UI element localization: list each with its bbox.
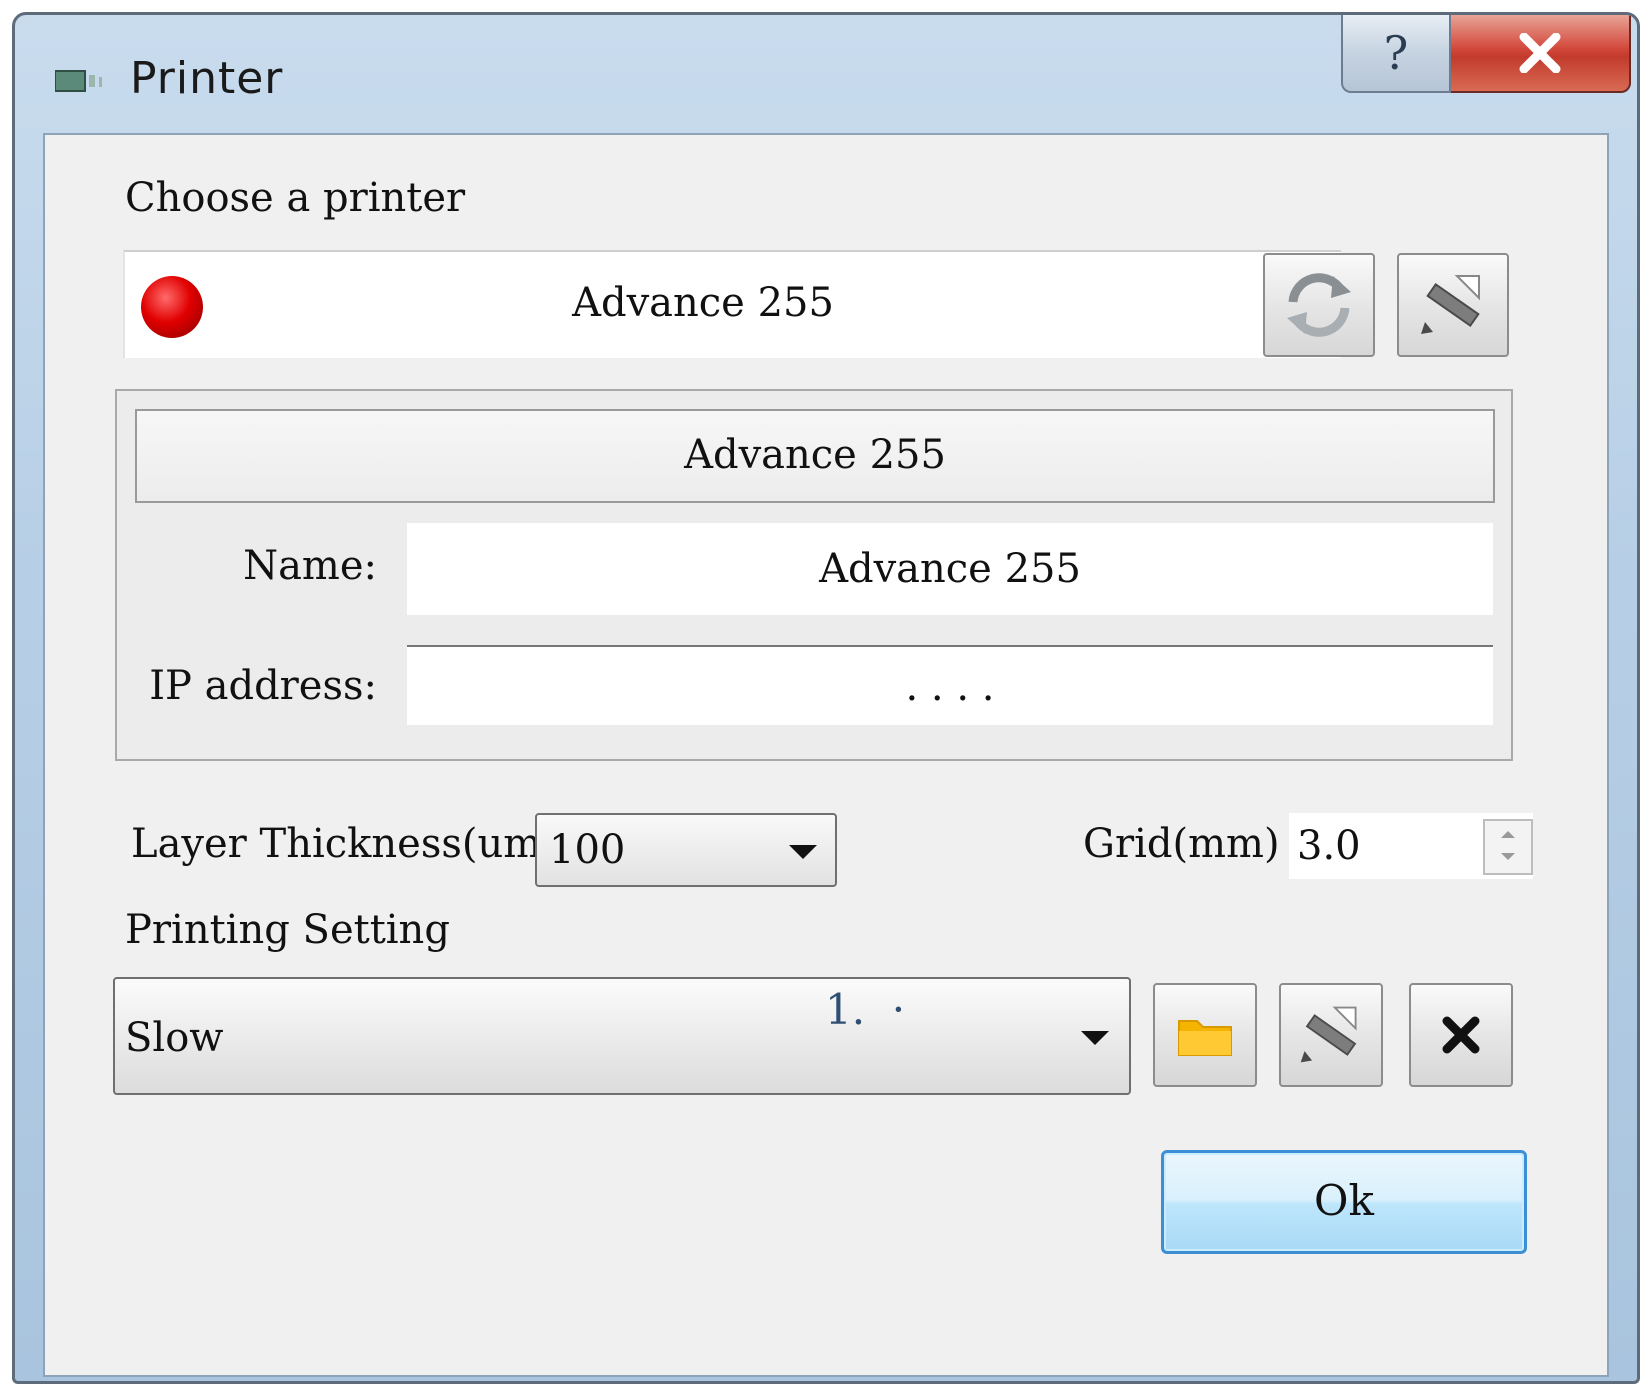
close-icon [1519,33,1561,73]
spin-down-icon[interactable] [1501,853,1515,860]
edit-printer-button[interactable] [1397,253,1509,357]
dialog-body: Choose a printer Advance 255 Advance 255 [43,133,1609,1377]
title-bar[interactable]: Printer ? [15,15,1637,133]
folder-icon [1178,1020,1232,1056]
help-button[interactable]: ? [1341,15,1451,93]
grid-value: 3.0 [1297,823,1361,869]
grid-spinbox[interactable]: 3.0 [1289,813,1533,879]
window-title: Printer [130,53,284,104]
printer-info-header: Advance 255 [135,409,1495,503]
close-button[interactable] [1451,15,1631,93]
ip-address-label: IP address: [149,663,377,709]
chevron-down-icon [789,845,817,859]
edit-setting-button[interactable] [1279,983,1383,1087]
edit-icon [1300,1006,1357,1063]
layer-thickness-label: Layer Thickness(um) [131,821,557,867]
layer-thickness-value: 100 [549,827,626,873]
spin-up-icon[interactable] [1501,831,1515,838]
name-field[interactable]: Advance 255 [407,523,1493,615]
ok-button[interactable]: Ok [1161,1150,1527,1254]
printer-info-panel: Advance 255 Name: Advance 255 IP address… [115,389,1513,761]
printer-dropdown-value: Advance 255 [572,280,834,326]
open-setting-button[interactable] [1153,983,1257,1087]
printer-app-icon [55,70,102,92]
chevron-down-icon [1081,1031,1109,1045]
grid-label: Grid(mm) [1083,821,1280,867]
delete-setting-button[interactable] [1409,983,1513,1087]
caption-buttons: ? [1341,15,1631,93]
help-icon: ? [1383,26,1409,80]
grid-spin-buttons[interactable] [1483,819,1533,875]
delete-icon [1442,1016,1480,1054]
printer-dialog: Printer ? Choose a printer Advance 255 A… [12,12,1640,1384]
name-label: Name: [243,543,377,589]
refresh-icon [1287,273,1351,337]
annotation-marker: 1. · [825,985,906,1034]
printing-setting-dropdown[interactable]: Slow [113,977,1131,1095]
layer-thickness-dropdown[interactable]: 100 [535,813,837,887]
ip-address-field[interactable]: . . . . [407,645,1493,725]
printer-dropdown[interactable]: Advance 255 [123,250,1341,358]
printing-setting-label: Printing Setting [125,907,450,953]
edit-icon [1421,275,1480,334]
refresh-printer-button[interactable] [1263,253,1375,357]
choose-printer-label: Choose a printer [125,175,466,221]
printing-setting-value: Slow [125,1015,224,1061]
